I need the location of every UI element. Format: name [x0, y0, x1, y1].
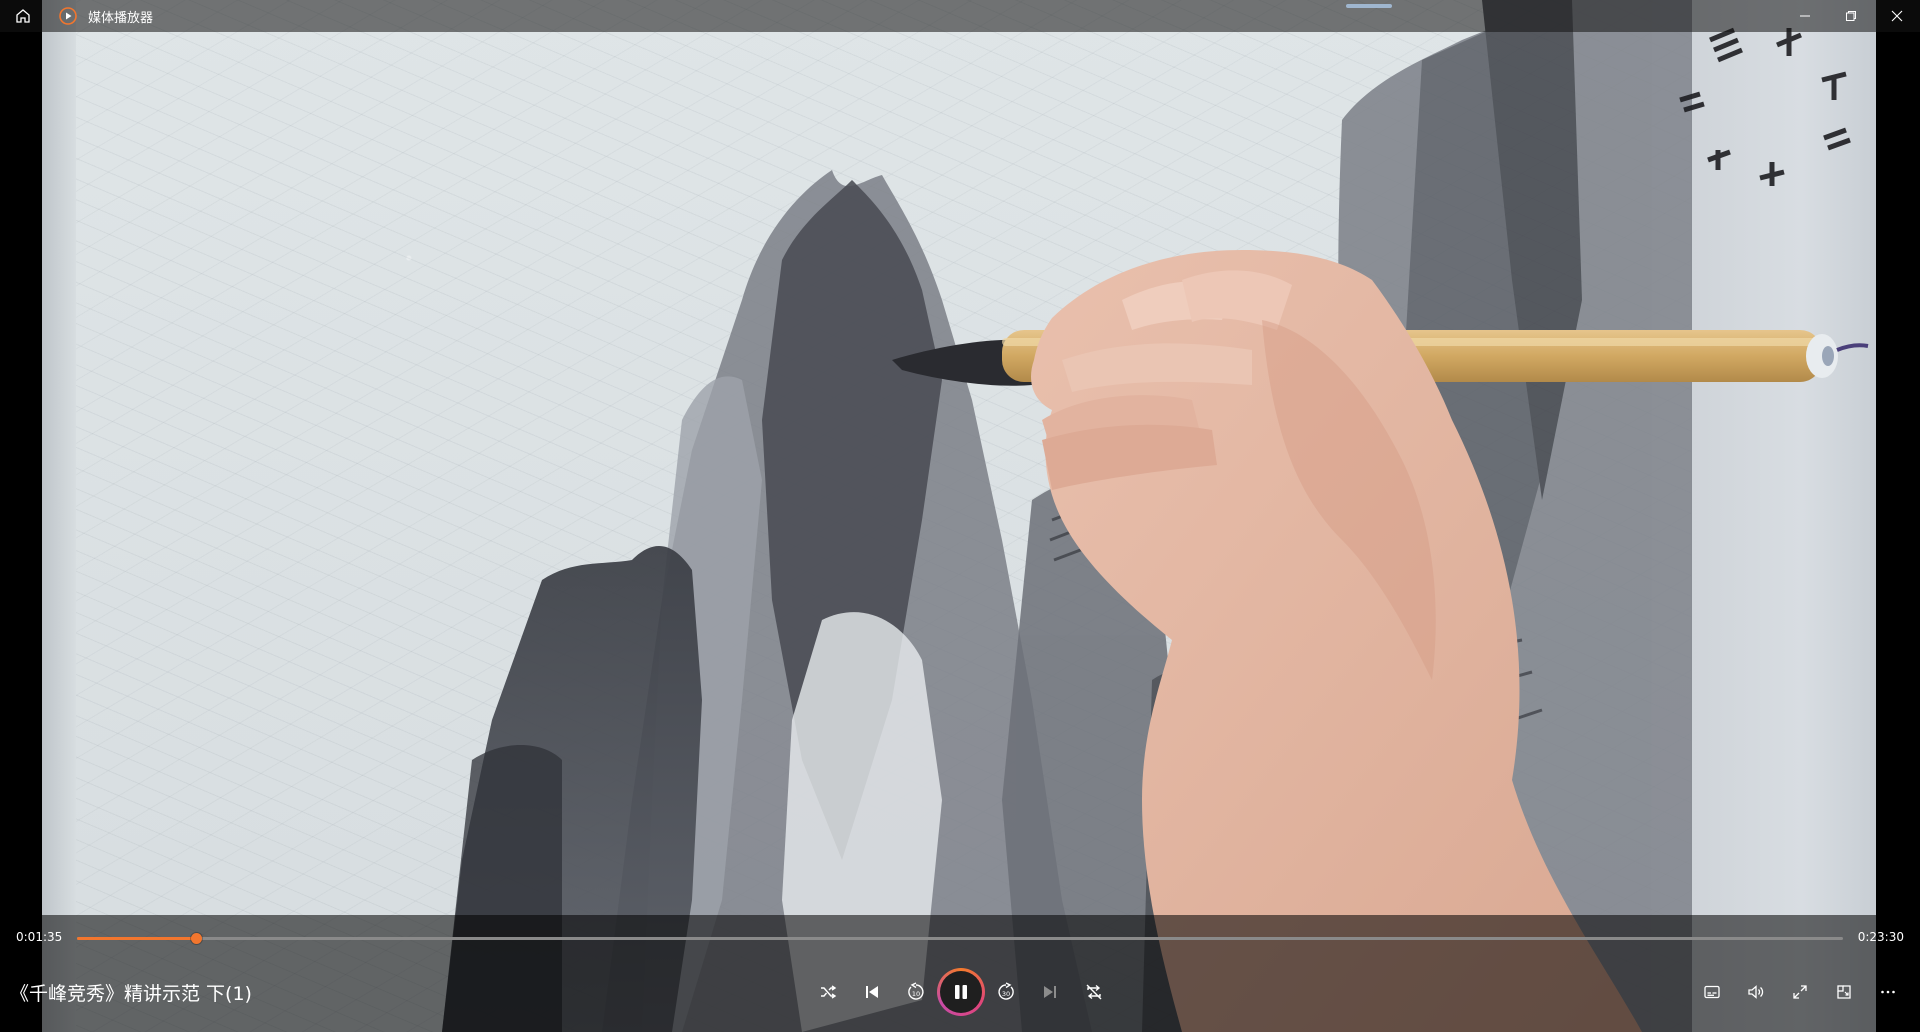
- rewind-10-icon: 10: [908, 982, 924, 1000]
- more-icon: [1881, 990, 1895, 994]
- previous-button[interactable]: [850, 970, 894, 1014]
- subtitles-icon: [1704, 985, 1720, 999]
- volume-button[interactable]: [1734, 970, 1778, 1014]
- repeat-off-icon: [1086, 984, 1102, 1000]
- seek-thumb[interactable]: [191, 933, 203, 944]
- more-options-button[interactable]: [1866, 970, 1910, 1014]
- restore-button[interactable]: [1828, 0, 1874, 32]
- secondary-controls: [1690, 965, 1910, 1019]
- forward-30-button[interactable]: 30: [984, 970, 1028, 1014]
- close-icon: [1891, 10, 1903, 22]
- previous-icon: [866, 986, 878, 998]
- current-time: 0:01:35: [16, 930, 63, 944]
- playback-controls: 0:01:35 0:23:30 《千峰竞秀》精讲示范 下(1) 10 30: [0, 915, 1920, 1032]
- close-button[interactable]: [1874, 0, 1920, 32]
- repeat-button[interactable]: [1072, 970, 1116, 1014]
- forward-30-icon: 30: [998, 982, 1014, 1000]
- window-controls: [1782, 0, 1920, 32]
- seek-bar[interactable]: [77, 931, 1843, 947]
- svg-text:30: 30: [1002, 990, 1010, 998]
- transport-controls: 10 30: [806, 965, 1116, 1019]
- rewind-10-button[interactable]: 10: [894, 970, 938, 1014]
- restore-icon: [1846, 11, 1856, 21]
- window-title: 媒体播放器: [88, 10, 154, 26]
- fullscreen-icon: [1793, 985, 1807, 999]
- home-button[interactable]: [0, 0, 46, 32]
- shuffle-icon: [821, 985, 837, 999]
- drag-handle[interactable]: [1346, 4, 1392, 8]
- video-frame[interactable]: [42, 0, 1876, 1032]
- subtitles-button[interactable]: [1690, 970, 1734, 1014]
- next-icon: [1044, 986, 1056, 998]
- minimize-icon: [1800, 15, 1810, 17]
- seal-marks: [1679, 27, 1851, 186]
- volume-icon: [1748, 985, 1764, 999]
- svg-text:10: 10: [912, 990, 920, 998]
- pause-icon: [955, 985, 967, 999]
- seek-track[interactable]: [77, 937, 1843, 940]
- app-logo-icon: [58, 6, 78, 26]
- fullscreen-button[interactable]: [1778, 970, 1822, 1014]
- shuffle-button[interactable]: [806, 970, 850, 1014]
- pause-button[interactable]: [937, 968, 985, 1016]
- ink-painting-scene: [442, 0, 1869, 1032]
- home-icon: [16, 9, 30, 23]
- minimize-button[interactable]: [1782, 0, 1828, 32]
- media-title: 《千峰竞秀》精讲示范 下(1): [10, 983, 252, 1005]
- next-button[interactable]: [1028, 970, 1072, 1014]
- seek-progress: [77, 937, 197, 940]
- pause-button-inner: [940, 971, 982, 1013]
- media-player-window: 媒体播放器 0:01:35 0:23:30 《千峰竞秀》精讲示范 下(1) 10…: [0, 0, 1920, 1032]
- mini-player-button[interactable]: [1822, 970, 1866, 1014]
- total-time: 0:23:30: [1857, 930, 1904, 944]
- title-bar: 媒体播放器: [0, 0, 1920, 32]
- mini-player-icon: [1837, 985, 1851, 999]
